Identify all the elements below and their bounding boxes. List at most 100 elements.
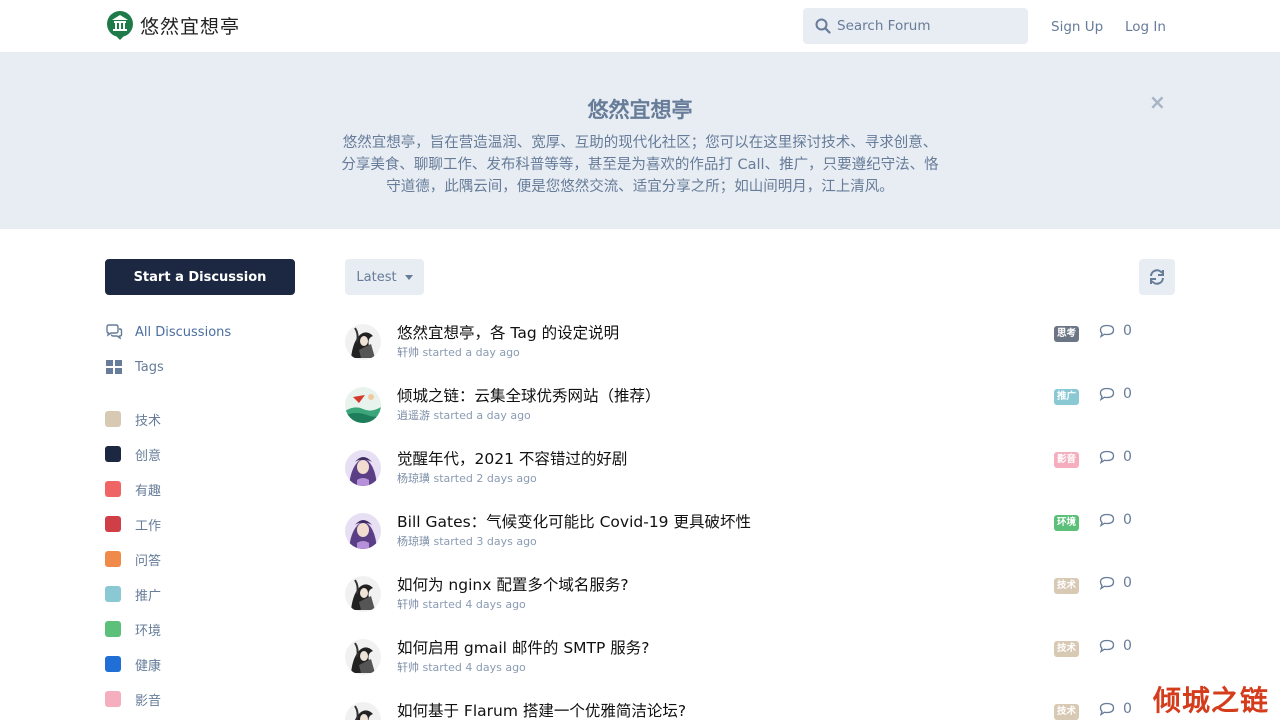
start-discussion-button[interactable]: Start a Discussion	[105, 259, 295, 295]
signup-link[interactable]: Sign Up	[1051, 19, 1103, 35]
discussion-row[interactable]: 如何为 nginx 配置多个域名服务? 轩帅 started 4 days ago…	[345, 570, 1175, 620]
sidebar-tag-item[interactable]: 环境	[105, 619, 161, 639]
sidebar-tag-label: 影音	[135, 693, 162, 709]
login-link[interactable]: Log In	[1125, 19, 1166, 35]
discussion-title[interactable]: 如何基于 Flarum 搭建一个优雅简洁论坛?	[397, 699, 686, 720]
sidebar-tag-label: 创意	[135, 448, 162, 464]
search-box[interactable]: Search Forum	[803, 8, 1028, 44]
sidebar-tag-label: 技术	[135, 413, 162, 429]
reply-count-value: 0	[1123, 701, 1132, 717]
pavilion-logo-icon[interactable]	[106, 10, 134, 40]
avatar[interactable]	[345, 639, 381, 675]
reply-count: 0	[1099, 575, 1132, 591]
avatar[interactable]	[345, 576, 381, 612]
reply-count: 0	[1099, 323, 1132, 339]
discussion-tag-badge[interactable]: 思考	[1054, 326, 1080, 342]
sidebar-tag-item[interactable]: 创意	[105, 444, 161, 464]
sidebar-tag-label: 工作	[135, 518, 162, 534]
site-brand[interactable]: 悠然宜想亭	[140, 12, 240, 39]
close-icon[interactable]: ×	[1149, 90, 1166, 114]
discussion-meta: 轩帅 started a day ago	[397, 344, 520, 360]
discussion-row[interactable]: 倾城之链：云集全球优秀网站（推荐） 逍遥游 started a day ago 推广…	[345, 381, 1175, 431]
discussion-tag-badge[interactable]: 环境	[1054, 515, 1080, 531]
discussion-title[interactable]: 倾城之链：云集全球优秀网站（推荐）	[397, 384, 661, 406]
discussion-row[interactable]: 如何启用 gmail 邮件的 SMTP 服务? 轩帅 started 4 days…	[345, 633, 1175, 683]
discussion-tag-badge[interactable]: 技术	[1054, 704, 1080, 720]
discussion-title[interactable]: 如何为 nginx 配置多个域名服务?	[397, 573, 629, 595]
discussion-meta: 逍遥游 started a day ago	[397, 407, 531, 423]
sidebar-tag-item[interactable]: 健康	[105, 654, 161, 674]
discussion-meta: 杨琼璜 started 2 days ago	[397, 470, 537, 486]
discussion-author[interactable]: 杨琼璜	[397, 535, 430, 548]
sidebar-tag-label: 问答	[135, 553, 162, 569]
sidebar-tag-item[interactable]: 问答	[105, 549, 161, 569]
nav-tags-label: Tags	[135, 359, 164, 375]
discussion-row[interactable]: 悠然宜想亭，各 Tag 的设定说明 轩帅 started a day ago 思考 0	[345, 318, 1175, 368]
discussion-author[interactable]: 轩帅	[397, 661, 419, 674]
discussion-title[interactable]: 悠然宜想亭，各 Tag 的设定说明	[397, 321, 619, 343]
nav-tags[interactable]: Tags	[105, 357, 164, 377]
avatar[interactable]	[345, 702, 381, 720]
reply-count: 0	[1099, 701, 1132, 717]
discussion-row[interactable]: Bill Gates：气候变化可能比 Covid-19 更具破坏性 杨琼璜 sta…	[345, 507, 1175, 557]
sidebar-tag-item[interactable]: 影音	[105, 689, 161, 709]
discussion-time: started a day ago	[433, 409, 531, 422]
discussion-row[interactable]: 觉醒年代，2021 不容错过的好剧 杨琼璜 started 2 days ago 影…	[345, 444, 1175, 494]
discussion-author[interactable]: 轩帅	[397, 598, 419, 611]
welcome-hero: 悠然宜想亭 悠然宜想亭，旨在营造温润、宽厚、互助的现代化社区；您可以在这里探讨技…	[0, 52, 1280, 229]
sidebar-tag-label: 推广	[135, 588, 162, 604]
sidebar-tag-label: 健康	[135, 658, 162, 674]
discussion-time: started a day ago	[422, 346, 520, 359]
reply-count-value: 0	[1123, 575, 1132, 591]
comment-icon	[1099, 450, 1115, 464]
discussion-meta: 轩帅 started 4 days ago	[397, 659, 526, 675]
tag-color-swatch	[105, 586, 121, 602]
reply-count: 0	[1099, 638, 1132, 654]
discussion-meta: 杨琼璜 started 3 days ago	[397, 533, 537, 549]
comment-icon	[1099, 639, 1115, 653]
tag-color-swatch	[105, 691, 121, 707]
avatar[interactable]	[345, 513, 381, 549]
nav-all-discussions-label: All Discussions	[135, 324, 232, 340]
avatar[interactable]	[345, 450, 381, 486]
discussion-time: started 3 days ago	[433, 535, 537, 548]
discussion-time: started 2 days ago	[433, 472, 537, 485]
reply-count: 0	[1099, 386, 1132, 402]
discussion-time: started 4 days ago	[422, 661, 526, 674]
comment-icon	[1099, 702, 1115, 716]
sidebar-tag-item[interactable]: 推广	[105, 584, 161, 604]
discussion-tag-badge[interactable]: 技术	[1054, 641, 1080, 657]
discussion-author[interactable]: 杨琼璜	[397, 472, 430, 485]
sidebar-tag-label: 有趣	[135, 483, 162, 499]
discussion-tag-badge[interactable]: 推广	[1054, 389, 1080, 405]
reply-count-value: 0	[1123, 323, 1132, 339]
hero-description: 悠然宜想亭，旨在营造温润、宽厚、互助的现代化社区；您可以在这里探讨技术、寻求创意…	[341, 135, 939, 195]
tag-color-swatch	[105, 446, 121, 462]
avatar[interactable]	[345, 387, 381, 423]
hero-title: 悠然宜想亭	[587, 98, 693, 122]
sidebar-tag-item[interactable]: 技术	[105, 409, 161, 429]
grid-icon	[106, 360, 122, 374]
sort-dropdown[interactable]: Latest	[345, 259, 424, 295]
discussion-author[interactable]: 逍遥游	[397, 409, 430, 422]
discussion-title[interactable]: Bill Gates：气候变化可能比 Covid-19 更具破坏性	[397, 510, 751, 532]
nav-all-discussions[interactable]: All Discussions	[105, 322, 231, 342]
discussion-author[interactable]: 轩帅	[397, 346, 419, 359]
reply-count-value: 0	[1123, 512, 1132, 528]
avatar[interactable]	[345, 324, 381, 360]
sidebar-tag-item[interactable]: 工作	[105, 514, 161, 534]
refresh-button[interactable]	[1139, 259, 1175, 295]
discussion-row[interactable]: 如何基于 Flarum 搭建一个优雅简洁论坛?轩帅 started 4 days…	[345, 696, 1175, 720]
tag-color-swatch	[105, 481, 121, 497]
sidebar-tag-item[interactable]: 有趣	[105, 479, 161, 499]
caret-down-icon	[404, 274, 413, 280]
discussion-title[interactable]: 如何启用 gmail 邮件的 SMTP 服务?	[397, 636, 650, 658]
discussion-tag-badge[interactable]: 技术	[1054, 578, 1080, 594]
discussion-tag-badge[interactable]: 影音	[1054, 452, 1080, 468]
tag-color-swatch	[105, 656, 121, 672]
tag-color-swatch	[105, 621, 121, 637]
discussion-title[interactable]: 觉醒年代，2021 不容错过的好剧	[397, 447, 627, 469]
reply-count-value: 0	[1123, 638, 1132, 654]
search-input[interactable]: Search Forum	[837, 18, 930, 34]
watermark-text: 倾城之链	[1153, 684, 1270, 717]
